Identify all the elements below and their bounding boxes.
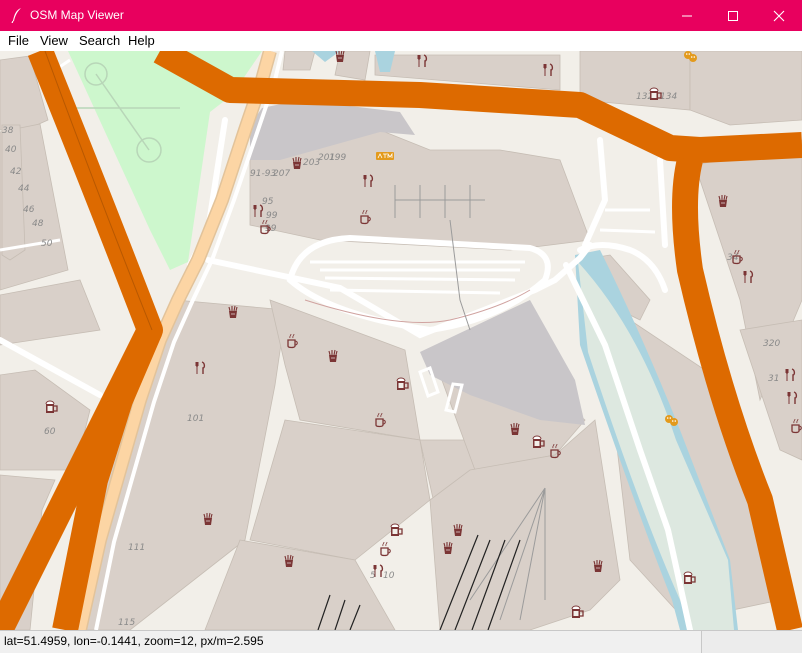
menu-bar: File View Search Help bbox=[0, 31, 802, 52]
maximize-button[interactable] bbox=[710, 0, 756, 31]
house-number-320: 320 bbox=[763, 339, 780, 349]
house-number-99: 99 bbox=[266, 211, 278, 221]
maximize-icon bbox=[728, 10, 738, 21]
window-title: OSM Map Viewer bbox=[30, 8, 124, 22]
minimize-icon bbox=[682, 15, 692, 16]
house-number-101: 101 bbox=[187, 414, 204, 424]
atm-icon[interactable] bbox=[375, 151, 395, 161]
status-bar: lat=51.4959, lon=-0.1441, zoom=12, px/m=… bbox=[0, 630, 802, 653]
menu-file[interactable]: File bbox=[8, 33, 29, 48]
house-number-48: 48 bbox=[32, 219, 44, 229]
house-number-60: 60 bbox=[44, 427, 56, 437]
status-panel bbox=[701, 631, 802, 653]
title-bar: OSM Map Viewer bbox=[0, 0, 802, 31]
house-number-10: 10 bbox=[383, 571, 395, 581]
house-number-199: 199 bbox=[329, 153, 346, 163]
map-canvas[interactable]: 38 40 42 44 46 48 50 60 101 111 115 91-9… bbox=[0, 51, 802, 630]
house-number-50: 50 bbox=[41, 239, 53, 249]
house-number-46: 46 bbox=[23, 205, 35, 215]
house-number-111: 111 bbox=[128, 543, 145, 553]
house-number-207: 207 bbox=[273, 169, 290, 179]
close-button[interactable] bbox=[756, 0, 802, 31]
menu-help[interactable]: Help bbox=[128, 33, 155, 48]
house-number-134: 134 bbox=[660, 92, 677, 102]
feather-app-icon bbox=[11, 8, 21, 23]
house-number-95: 95 bbox=[262, 197, 274, 207]
menu-view[interactable]: View bbox=[40, 33, 68, 48]
menu-search[interactable]: Search bbox=[79, 33, 120, 48]
house-number-40: 40 bbox=[5, 145, 17, 155]
close-icon bbox=[773, 10, 785, 21]
house-number-115: 115 bbox=[118, 618, 135, 628]
map-view[interactable]: 38 40 42 44 46 48 50 60 101 111 115 91-9… bbox=[0, 51, 802, 630]
house-number-38: 38 bbox=[2, 126, 14, 136]
minimize-button[interactable] bbox=[664, 0, 710, 31]
house-number-44: 44 bbox=[18, 184, 30, 194]
coordinate-readout: lat=51.4959, lon=-0.1441, zoom=12, px/m=… bbox=[4, 634, 264, 648]
house-number-31: 31 bbox=[768, 374, 779, 384]
house-number-42: 42 bbox=[10, 167, 22, 177]
